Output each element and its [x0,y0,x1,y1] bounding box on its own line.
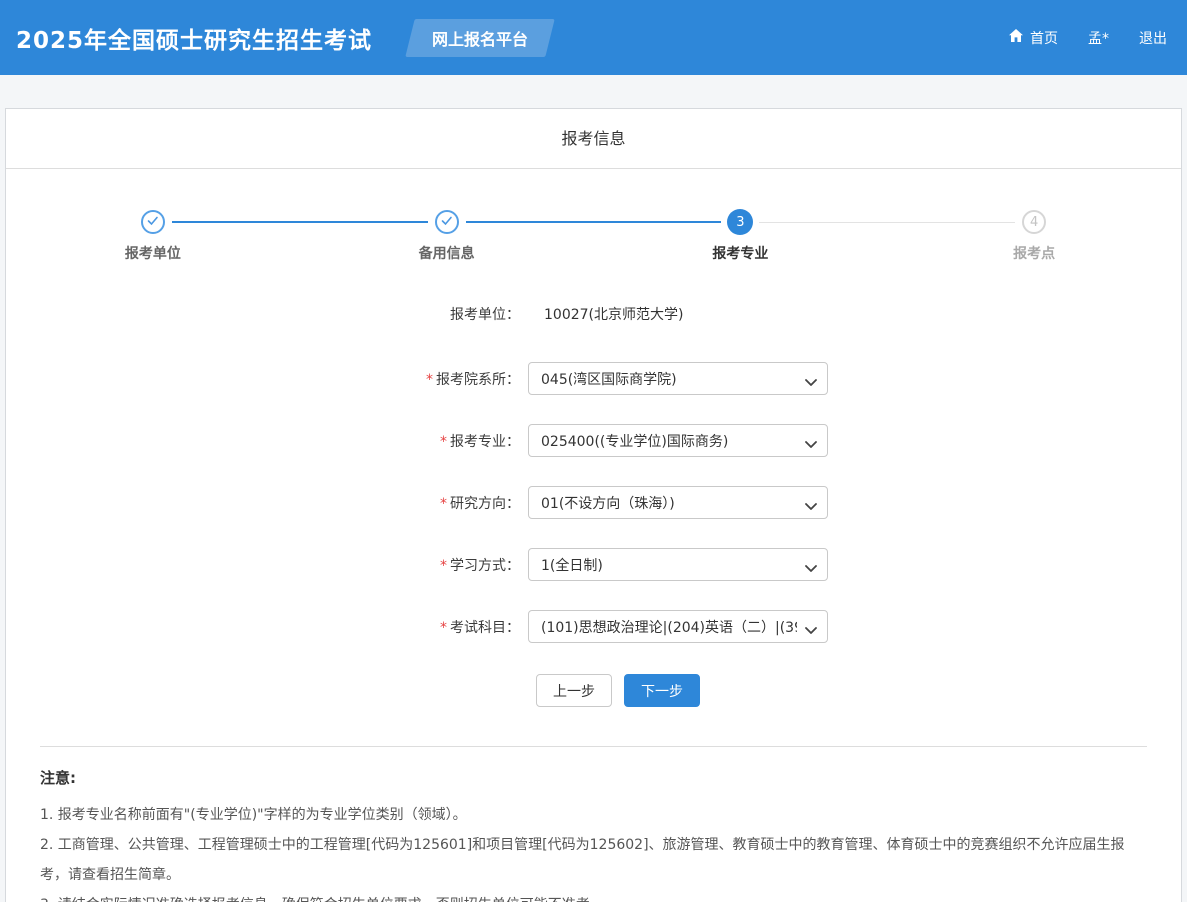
check-icon [147,215,159,230]
platform-badge: 网上报名平台 [410,19,550,57]
step-item-major: 3 报考专业 [594,209,888,263]
nav-home-label: 首页 [1030,28,1058,48]
required-asterisk: * [440,496,447,512]
research-direction-select[interactable]: 01(不设方向（珠海）) [528,486,828,519]
chevron-down-icon [805,561,817,577]
form-buttons: 上一步 下一步 [6,674,1181,707]
prev-step-button[interactable]: 上一步 [536,674,612,707]
step-item-unit: 报考单位 [6,209,300,263]
note-item-2: 2. 工商管理、公共管理、工程管理硕士中的工程管理[代码为125601]和项目管… [40,830,1147,890]
chevron-down-icon [805,623,817,639]
step-circle-active: 3 [727,209,753,235]
stepper: 报考单位 备用信息 3 报考专业 [6,209,1181,263]
step-item-exam-site: 4 报考点 [887,209,1181,263]
page-title: 报考信息 [6,109,1181,169]
chevron-down-icon [805,499,817,515]
major-select[interactable]: 025400((专业学位)国际商务) [528,424,828,457]
step-circle-done [435,210,459,234]
notes-section: 注意: 1. 报考专业名称前面有"(专业学位)"字样的为专业学位类别（领域）。 … [6,747,1181,902]
exam-subjects-row: *考试科目： (101)思想政治理论|(204)英语（二）|(39… [6,610,1181,643]
step-label: 备用信息 [419,243,475,263]
unit-value: 10027(北京师范大学) [528,304,683,324]
required-asterisk: * [426,372,433,388]
header-nav: 首页 孟* 退出 [1008,28,1167,48]
chevron-down-icon [805,437,817,453]
step-circle-done [141,210,165,234]
department-row: *报考院系所： 045(湾区国际商学院) [6,362,1181,395]
study-mode-select[interactable]: 1(全日制) [528,548,828,581]
step-item-backup-info: 备用信息 [300,209,594,263]
required-asterisk: * [440,620,447,636]
unit-label: 报考单位： [361,304,528,324]
registration-form: 报考单位： 10027(北京师范大学) *报考院系所： 045(湾区国际商学院)… [6,297,1181,707]
check-icon [441,215,453,230]
unit-row: 报考单位： 10027(北京师范大学) [6,297,1181,330]
research-direction-label: *研究方向： [361,493,528,513]
nav-username[interactable]: 孟* [1088,28,1109,48]
step-label: 报考点 [1013,243,1055,263]
home-icon [1008,28,1024,47]
exam-subjects-select[interactable]: (101)思想政治理论|(204)英语（二）|(39… [528,610,828,643]
step-circle-pending: 4 [1022,210,1046,234]
study-mode-label: *学习方式： [361,555,528,575]
department-label: *报考院系所： [361,369,528,389]
nav-logout-link[interactable]: 退出 [1139,28,1167,48]
notes-heading: 注意: [40,767,1147,788]
app-title: 2025年全国硕士研究生招生考试 [16,21,372,55]
step-label: 报考专业 [712,243,768,263]
department-select[interactable]: 045(湾区国际商学院) [528,362,828,395]
header-bar: 2025年全国硕士研究生招生考试 网上报名平台 首页 孟* 退出 [0,0,1187,75]
major-label: *报考专业： [361,431,528,451]
next-step-button[interactable]: 下一步 [624,674,700,707]
major-row: *报考专业： 025400((专业学位)国际商务) [6,424,1181,457]
platform-badge-label: 网上报名平台 [432,26,528,50]
required-asterisk: * [440,558,447,574]
research-direction-row: *研究方向： 01(不设方向（珠海）) [6,486,1181,519]
step-label: 报考单位 [125,243,181,263]
study-mode-row: *学习方式： 1(全日制) [6,548,1181,581]
required-asterisk: * [440,434,447,450]
note-item-1: 1. 报考专业名称前面有"(专业学位)"字样的为专业学位类别（领域）。 [40,800,1147,830]
exam-subjects-label: *考试科目： [361,617,528,637]
note-item-3: 3. 请结合实际情况准确选择报考信息，确保符合招生单位要求，否则招生单位可能不准… [40,890,1147,902]
main-card: 报考信息 报考单位 [5,108,1182,902]
nav-home-link[interactable]: 首页 [1008,28,1058,48]
step-number: 4 [1030,215,1038,230]
chevron-down-icon [805,375,817,391]
step-number: 3 [736,215,744,230]
